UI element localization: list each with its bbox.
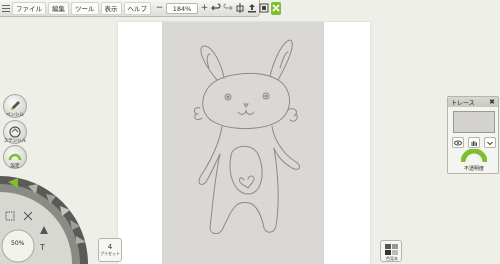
eye-icon (454, 140, 462, 145)
zoom-control: − 184% + (155, 2, 209, 14)
presets-button[interactable]: 4 プリセット (98, 238, 122, 262)
redo-icon[interactable] (223, 2, 233, 15)
symmetry-icon[interactable] (235, 2, 245, 15)
presets-label: プリセット (100, 251, 120, 256)
brush-size-value: 50% (11, 240, 25, 247)
trace-menu-button[interactable] (484, 137, 496, 148)
trace-panel: トレース ✖ 50% 不透明度 (447, 96, 499, 174)
color-picker-handle[interactable] (461, 231, 471, 241)
text-tool-icon[interactable]: T (39, 243, 45, 252)
pencil-tool-label: ペンシル (6, 113, 24, 118)
color-set-label: 色見本 (386, 256, 398, 261)
menu-tools[interactable]: ツール (71, 1, 99, 15)
sketch-bunny-drawing (162, 22, 324, 264)
chevron-down-icon (487, 141, 493, 145)
hand-move-icon (471, 140, 477, 146)
swatch-grid-icon (385, 244, 398, 255)
trace-visibility-button[interactable] (452, 137, 464, 148)
zoom-in-button[interactable]: + (200, 3, 209, 13)
stencil-icon (9, 126, 21, 138)
undo-icon[interactable] (211, 2, 221, 15)
trace-panel-title: トレース (451, 99, 475, 107)
pencil-icon (11, 101, 20, 110)
color-set-button[interactable]: 色見本 (380, 240, 402, 262)
stencil-tool-label: ステンシル (3, 139, 27, 144)
trace-thumbnail[interactable] (453, 111, 495, 133)
brush-opacity-arc[interactable] (460, 238, 470, 258)
top-toolbar: ファイル 編集 ツール 表示 ヘルプ − 184% + (0, 0, 281, 17)
trace-image-layer (162, 22, 324, 264)
trace-close-icon[interactable]: ✖ (489, 98, 495, 106)
preset-count: 4 (107, 243, 113, 251)
trace-image-icon[interactable] (259, 2, 269, 15)
zoom-level-field[interactable]: 184% (166, 2, 198, 14)
opacity-value: 50% (468, 156, 477, 161)
opacity-label: 不透明度 (463, 166, 484, 172)
trace-panel-header: トレース ✖ (448, 97, 498, 107)
menu-icon[interactable] (2, 2, 10, 15)
menu-file[interactable]: ファイル (12, 1, 46, 15)
menu-view[interactable]: 表示 (100, 1, 122, 15)
close-app-icon[interactable] (271, 1, 281, 15)
menu-help[interactable]: ヘルプ (123, 1, 151, 15)
trace-move-button[interactable] (468, 137, 480, 148)
menu-edit[interactable]: 編集 (48, 1, 69, 15)
zoom-out-button[interactable]: − (155, 3, 164, 13)
settings-arc-icon (8, 153, 22, 161)
color-wheel[interactable] (405, 180, 500, 264)
upload-icon[interactable] (247, 2, 257, 15)
brush-library-wheel[interactable]: T (0, 168, 100, 264)
